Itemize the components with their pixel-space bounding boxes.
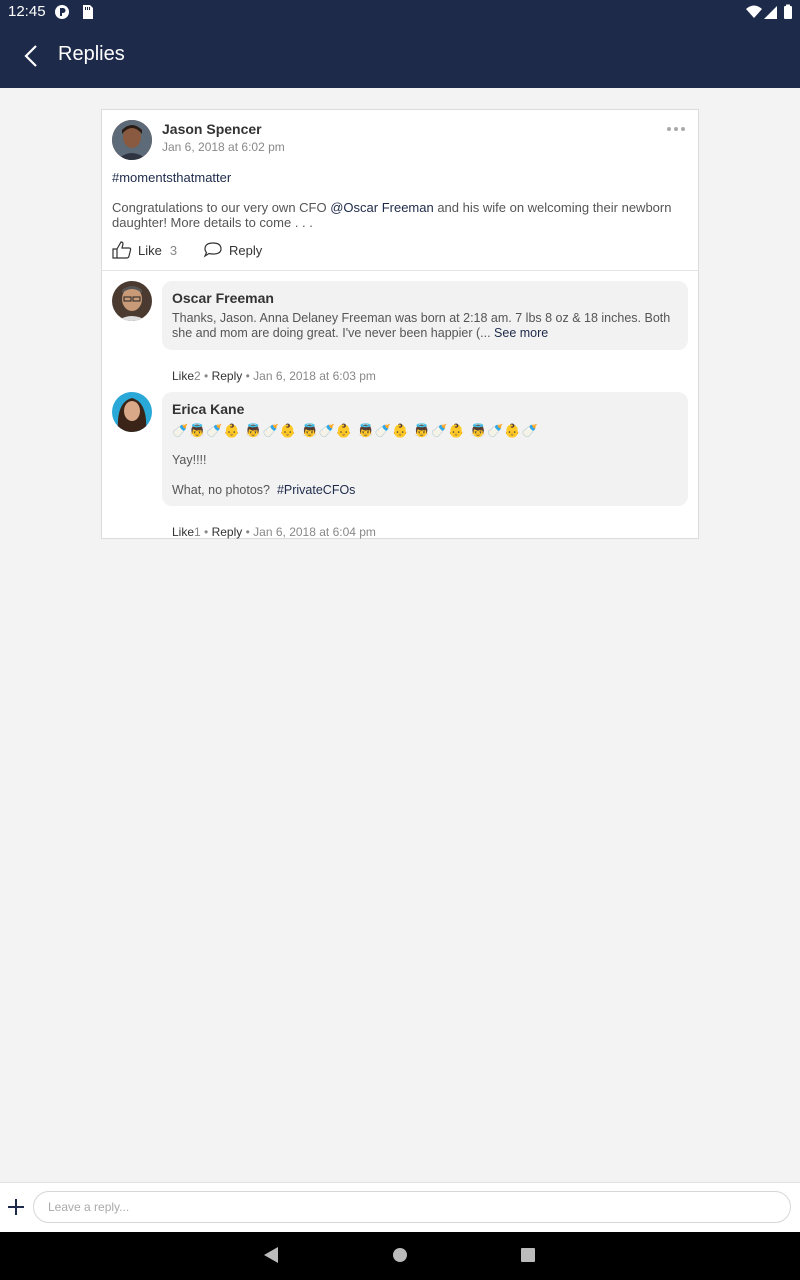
reply-date: Jan 6, 2018 at 6:04 pm — [253, 525, 376, 539]
reply-text-line1: Yay!!!! — [172, 453, 207, 467]
meta-separator: • — [204, 525, 212, 539]
reply-text-line2: What, no photos? #PrivateCFOs — [172, 483, 680, 498]
like-count: 3 — [169, 242, 178, 258]
reply-item: Oscar Freeman Thanks, Jason. Anna Delane… — [112, 281, 688, 383]
reply-like-button[interactable]: Like — [172, 525, 194, 539]
meta-separator: • — [204, 369, 212, 383]
reply-author-name[interactable]: Erica Kane — [172, 401, 244, 417]
reply-item: Erica Kane 🍼👼🍼👶 👼🍼👶 👼🍼👶 👼🍼👶 👼🍼👶 👼🍼👶🍼 Yay… — [112, 392, 688, 539]
more-options-icon[interactable] — [666, 124, 686, 134]
system-nav-bar — [0, 1232, 800, 1280]
reply-reply-button[interactable]: Reply — [212, 369, 243, 383]
mention-link[interactable]: @Oscar Freeman — [330, 200, 434, 215]
app-notification-icon — [55, 5, 69, 19]
see-more-link[interactable]: See more — [494, 326, 548, 340]
post-body: Congratulations to our very own CFO @Osc… — [112, 200, 672, 230]
reply-composer — [0, 1182, 800, 1233]
reply-reply-button[interactable]: Reply — [212, 525, 243, 539]
post-card: Jason Spencer Jan 6, 2018 at 6:02 pm #mo… — [101, 109, 699, 539]
reply-like-button[interactable]: Like — [172, 369, 194, 383]
nav-home-icon[interactable] — [392, 1246, 408, 1264]
reply-like-count: 1 — [194, 525, 201, 539]
reply-body: Thanks, Jason. Anna Delaney Freeman was … — [172, 311, 671, 340]
nav-back-icon[interactable] — [262, 1246, 280, 1264]
battery-icon — [784, 4, 792, 19]
divider — [102, 270, 698, 271]
add-attachment-icon[interactable] — [6, 1197, 26, 1217]
avatar-oscar-freeman — [112, 281, 152, 321]
hashtag-link[interactable]: #PrivateCFOs — [277, 483, 356, 497]
reply-date: Jan 6, 2018 at 6:03 pm — [253, 369, 376, 383]
reply-input[interactable] — [33, 1191, 791, 1223]
back-arrow-icon[interactable] — [18, 42, 46, 70]
post-hashtag[interactable]: #momentsthatmatter — [112, 170, 231, 185]
reply-text: Thanks, Jason. Anna Delaney Freeman was … — [172, 311, 680, 341]
speech-bubble-icon — [203, 242, 222, 258]
reply-button[interactable]: Reply — [203, 241, 262, 259]
reply-author-name[interactable]: Oscar Freeman — [172, 290, 274, 306]
status-time: 12:45 — [8, 3, 46, 20]
avatar[interactable] — [112, 392, 152, 432]
status-bar: 12:45 — [0, 0, 800, 24]
reply-meta: Like1 • Reply • Jan 6, 2018 at 6:04 pm — [172, 525, 376, 539]
sd-card-icon — [83, 5, 93, 19]
reply-meta: Like2 • Reply • Jan 6, 2018 at 6:03 pm — [172, 369, 376, 383]
reply-bubble: Oscar Freeman Thanks, Jason. Anna Delane… — [162, 281, 688, 350]
reply-label: Reply — [229, 242, 263, 258]
reply-like-count: 2 — [194, 369, 201, 383]
app-bar: Replies — [0, 24, 800, 88]
wifi-icon — [746, 5, 762, 18]
cell-signal-icon — [764, 6, 777, 19]
reply-body: What, no photos? — [172, 483, 270, 497]
post-author-name[interactable]: Jason Spencer — [162, 121, 262, 137]
thumbs-up-icon — [112, 241, 132, 259]
emoji-line: 🍼👼🍼👶 👼🍼👶 👼🍼👶 👼🍼👶 👼🍼👶 👼🍼👶🍼 — [172, 423, 539, 438]
like-label: Like — [138, 242, 162, 258]
page-title: Replies — [58, 43, 125, 65]
like-button[interactable]: Like 3 — [112, 241, 177, 259]
avatar[interactable] — [112, 281, 152, 321]
reply-bubble: Erica Kane 🍼👼🍼👶 👼🍼👶 👼🍼👶 👼🍼👶 👼🍼👶 👼🍼👶🍼 Yay… — [162, 392, 688, 506]
post-body-text-start: Congratulations to our very own CFO — [112, 200, 331, 215]
avatar[interactable] — [112, 120, 152, 160]
post-actions: Like 3 Reply — [112, 241, 412, 261]
nav-recents-icon[interactable] — [520, 1246, 536, 1264]
avatar-erica-kane — [112, 392, 152, 432]
post-date: Jan 6, 2018 at 6:02 pm — [162, 140, 285, 154]
avatar-jason-spencer — [112, 120, 152, 160]
